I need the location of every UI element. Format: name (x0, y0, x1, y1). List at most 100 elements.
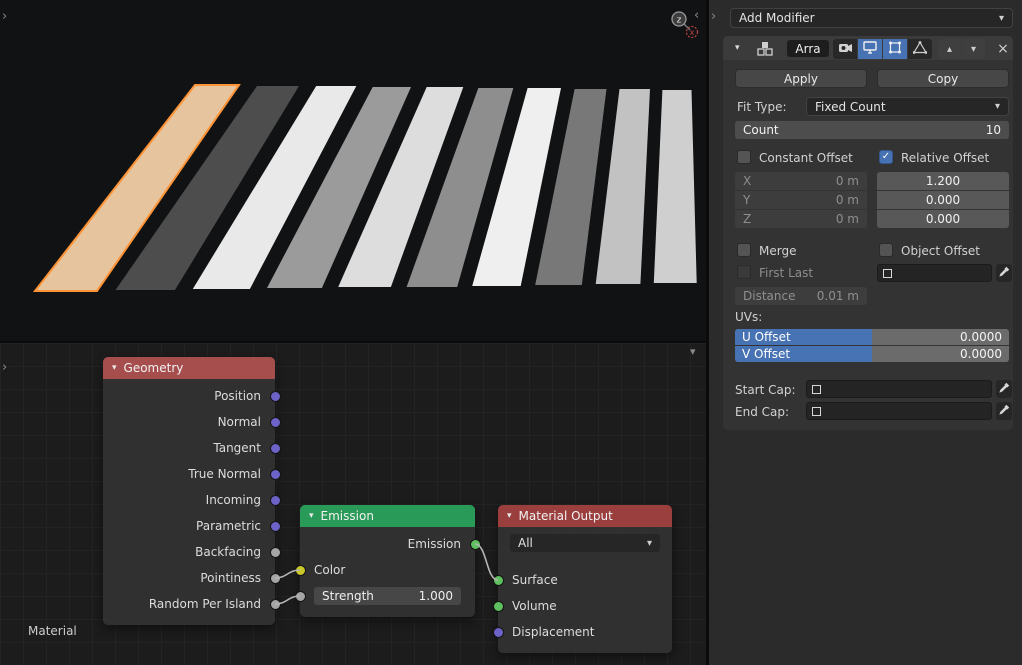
edit-mode-display-toggle[interactable] (883, 39, 907, 59)
eyedropper-button[interactable] (996, 380, 1012, 398)
emission-node-header[interactable]: Emission (300, 505, 475, 527)
relative-x-value: 1.200 (926, 174, 960, 188)
node-input-row: Surface (498, 567, 672, 593)
constant-offset-z-field[interactable]: Z 0 m (735, 210, 867, 228)
relative-offset-label: Relative Offset (901, 151, 989, 165)
u-offset-slider[interactable]: U Offset 0.0000 (735, 329, 1009, 345)
add-modifier-dropdown[interactable]: Add Modifier (730, 8, 1013, 28)
input-socket[interactable] (493, 627, 504, 638)
material-output-node[interactable]: Material Output All Surface Volume (498, 505, 672, 653)
relative-offset-x-field[interactable]: 1.200 (877, 172, 1009, 190)
geometry-node-header[interactable]: Geometry (103, 357, 275, 379)
emission-node[interactable]: Emission Emission Color Strength 1.000 (300, 505, 475, 617)
constant-offset-x-field[interactable]: X 0 m (735, 172, 867, 190)
output-socket[interactable] (270, 573, 281, 584)
collapse-icon[interactable] (309, 511, 314, 521)
output-socket[interactable] (270, 547, 281, 558)
output-socket[interactable] (270, 417, 281, 428)
socket-label: Volume (512, 599, 557, 613)
output-socket[interactable] (270, 521, 281, 532)
v-offset-slider[interactable]: V Offset 0.0000 (735, 346, 1009, 362)
array-strip[interactable] (654, 90, 697, 283)
eyedropper-button[interactable] (996, 264, 1012, 282)
output-socket[interactable] (270, 443, 281, 454)
node-output-row: Parametric (103, 513, 275, 539)
input-socket[interactable] (295, 565, 306, 576)
collapse-icon[interactable]: ▾ (735, 43, 740, 53)
input-socket[interactable] (295, 591, 306, 602)
node-output-row: True Normal (103, 461, 275, 487)
socket-label: Surface (512, 573, 558, 587)
region-toggle-icon[interactable] (2, 10, 7, 23)
gizmo-z-label: z (677, 16, 682, 26)
constant-offset-checkbox[interactable] (737, 150, 751, 164)
first-last-checkbox[interactable] (737, 265, 751, 279)
eyedropper-icon (998, 265, 1011, 281)
move-modifier-down-button[interactable] (962, 39, 985, 59)
socket-label: Displacement (512, 625, 595, 639)
axis-label: Y (743, 193, 750, 207)
region-toggle-icon[interactable] (2, 361, 7, 374)
region-toggle-icon[interactable] (694, 9, 699, 22)
eyedropper-icon (998, 381, 1011, 397)
axis-label: X (743, 174, 751, 188)
edit-mode-icon (888, 41, 902, 57)
node-output-row: Pointiness (103, 565, 275, 591)
material-datablock-label: Material (28, 624, 77, 638)
object-offset-checkbox[interactable] (879, 243, 893, 257)
start-cap-field[interactable] (806, 380, 992, 398)
socket-label: Random Per Island (149, 597, 261, 611)
3d-viewport[interactable]: z x (0, 0, 706, 341)
collapse-icon[interactable] (112, 363, 117, 373)
count-label: Count (743, 123, 779, 137)
output-socket[interactable] (270, 599, 281, 610)
remove-modifier-button[interactable] (994, 40, 1012, 58)
output-target-select[interactable]: All (510, 534, 660, 552)
apply-button[interactable]: Apply (735, 69, 867, 88)
end-cap-field[interactable] (806, 402, 992, 420)
strength-field[interactable]: Strength 1.000 (314, 587, 461, 605)
socket-label: Normal (218, 415, 261, 429)
merge-distance-field[interactable]: Distance 0.01 m (735, 287, 867, 305)
output-socket[interactable] (270, 469, 281, 480)
node-link[interactable] (475, 544, 498, 580)
socket-label: Pointiness (200, 571, 261, 585)
constant-offset-label: Constant Offset (759, 151, 853, 165)
array-strip[interactable] (596, 89, 650, 284)
array-modifier-icon (757, 41, 775, 60)
node-output-row: Backfacing (103, 539, 275, 565)
node-property-row: All (498, 531, 672, 555)
u-offset-label: U Offset (742, 330, 791, 344)
region-toggle-icon[interactable] (711, 10, 716, 23)
input-socket[interactable] (493, 575, 504, 586)
material-output-node-header[interactable]: Material Output (498, 505, 672, 527)
camera-icon (838, 41, 853, 57)
render-visibility-toggle[interactable] (833, 39, 857, 59)
v-offset-value: 0.0000 (960, 347, 1002, 361)
move-modifier-up-button[interactable] (938, 39, 961, 59)
fit-type-dropdown[interactable]: Fixed Count (806, 97, 1009, 116)
copy-button[interactable]: Copy (877, 69, 1009, 88)
output-socket[interactable] (270, 391, 281, 402)
monitor-icon (863, 41, 877, 57)
input-socket[interactable] (493, 601, 504, 612)
realtime-visibility-toggle[interactable] (858, 39, 882, 59)
socket-label: Color (314, 563, 345, 577)
merge-checkbox[interactable] (737, 243, 751, 257)
constant-offset-y-field[interactable]: Y 0 m (735, 191, 867, 209)
geometry-node[interactable]: Geometry Position Normal Tangent True No… (103, 357, 275, 625)
count-field[interactable]: Count 10 (735, 121, 1009, 139)
eyedropper-button[interactable] (996, 402, 1012, 420)
output-socket[interactable] (270, 495, 281, 506)
relative-offset-y-field[interactable]: 0.000 (877, 191, 1009, 209)
region-toggle-icon[interactable] (690, 345, 696, 358)
offset-object-field[interactable] (877, 264, 992, 282)
collapse-icon[interactable] (507, 511, 512, 521)
modifier-name-field[interactable]: Arra (787, 40, 829, 57)
output-socket[interactable] (470, 539, 481, 550)
shader-node-editor[interactable]: Geometry Position Normal Tangent True No… (0, 343, 706, 665)
socket-label: Backfacing (195, 545, 261, 559)
on-cage-toggle[interactable] (908, 39, 932, 59)
relative-offset-checkbox[interactable] (879, 150, 893, 164)
relative-offset-z-field[interactable]: 0.000 (877, 210, 1009, 228)
